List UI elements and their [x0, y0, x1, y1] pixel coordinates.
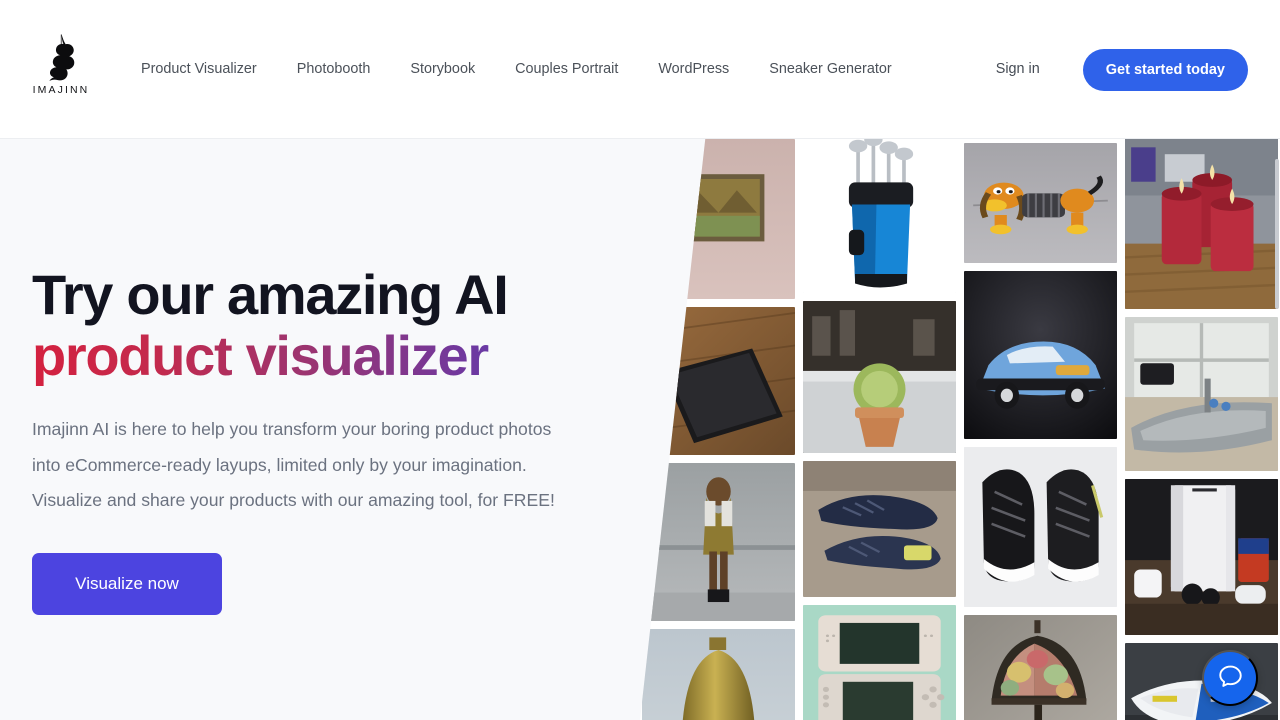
collage-column-3 [964, 143, 1117, 720]
black-basketball-sneakers [964, 447, 1117, 607]
slinky-dog-toy [964, 143, 1117, 263]
tiffany-stained-glass-lamp [964, 615, 1117, 720]
blue-golf-club-bag-set [803, 139, 956, 293]
brass-bell-on-light-cloth [642, 629, 795, 720]
hero-paragraph: Imajinn AI is here to help you transform… [32, 419, 555, 511]
visualize-now-button[interactable]: Visualize now [32, 552, 222, 615]
nav-link-product-visualizer[interactable]: Product Visualizer [141, 56, 257, 82]
playstation-5-console-with-controller [1125, 479, 1278, 635]
collage-column-4 [1125, 139, 1278, 720]
hero-copy: Try our amazing AI product visualizer Im… [32, 264, 602, 615]
get-started-button[interactable]: Get started today [1082, 48, 1248, 91]
collage-column-2 [803, 139, 956, 720]
brand-wordmark: IMAJINN [32, 84, 90, 96]
scrollbar-thumb[interactable] [1275, 159, 1279, 309]
page-title: Try our amazing AI product visualizer [32, 264, 602, 386]
page-root: IMAJINN Product Visualizer Photobooth St… [0, 0, 1280, 720]
collage-grid [640, 139, 1280, 720]
nav-link-sneaker-generator[interactable]: Sneaker Generator [769, 56, 891, 82]
model-boat-near-window [1125, 317, 1278, 471]
sign-in-link[interactable]: Sign in [996, 62, 1040, 77]
nav-link-wordpress[interactable]: WordPress [658, 56, 729, 82]
headline-line-2-gradient: product visualizer [32, 325, 602, 386]
genie-smoke-logo-icon [41, 33, 81, 83]
brand-logo-link[interactable]: IMAJINN [33, 33, 89, 105]
product-image-collage [640, 139, 1280, 720]
red-pillar-candles-on-table [1125, 139, 1278, 309]
support-chat-button[interactable] [1202, 650, 1258, 706]
blue-diecast-muscle-car [964, 271, 1117, 439]
nav-link-storybook[interactable]: Storybook [410, 56, 475, 82]
nav-actions: Sign in Get started today [996, 0, 1248, 139]
page-scrollbar[interactable] [1275, 139, 1280, 720]
nintendo-ds-handheld-console [803, 605, 956, 720]
nav-link-couples-portrait[interactable]: Couples Portrait [515, 56, 618, 82]
potted-cactus-on-counter [803, 301, 956, 453]
headline-line-1: Try our amazing AI [32, 263, 509, 326]
primary-nav-links: Product Visualizer Photobooth Storybook … [141, 0, 892, 139]
nav-link-photobooth[interactable]: Photobooth [297, 56, 371, 82]
top-navigation-bar: IMAJINN Product Visualizer Photobooth St… [0, 0, 1280, 139]
chat-bubble-icon [1217, 663, 1244, 693]
navy-star-wars-sneakers [803, 461, 956, 597]
